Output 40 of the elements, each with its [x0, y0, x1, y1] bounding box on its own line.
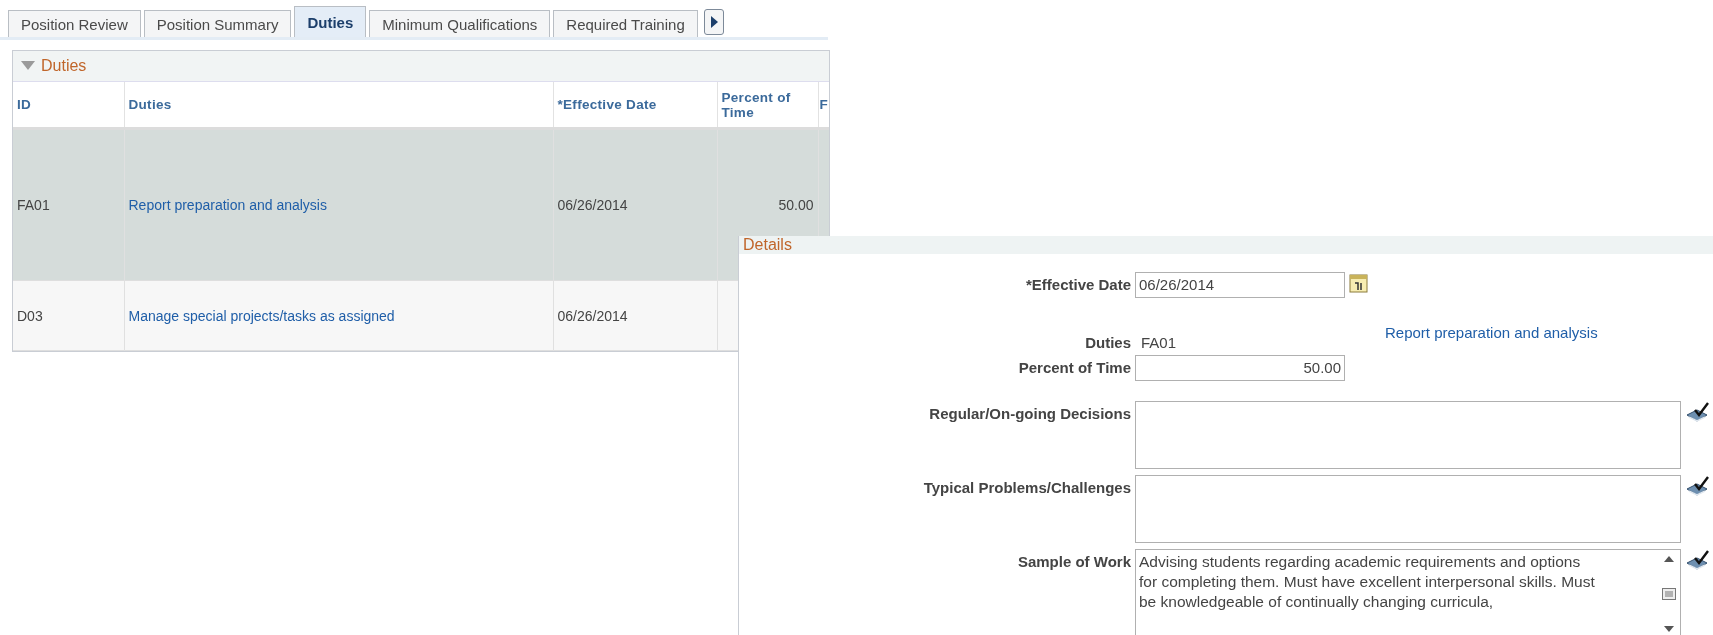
grid-title: Duties: [41, 57, 87, 75]
field-label: Sample of Work: [1016, 552, 1131, 570]
duty-link[interactable]: Report preparation and analysis: [1385, 324, 1598, 341]
tab[interactable]: Minimum Qualifications: [369, 10, 551, 37]
date-field[interactable]: 06/26/2014: [1135, 272, 1345, 298]
duty-code: FA01: [1140, 333, 1178, 351]
collapse-icon[interactable]: [21, 61, 35, 71]
spell-check-icon[interactable]: [1685, 401, 1711, 425]
column-header: *Effective Date: [553, 82, 717, 129]
field-label: Duties: [1084, 333, 1131, 351]
spell-check-icon[interactable]: [1685, 549, 1711, 573]
table-cell: 06/26/2014: [557, 197, 628, 213]
tab[interactable]: Duties: [294, 6, 367, 37]
spell-check-icon[interactable]: [1685, 475, 1711, 499]
table-cell: D03: [17, 307, 43, 324]
table-cell: FA01: [17, 197, 50, 213]
scroll-thumb-icon[interactable]: [1662, 588, 1676, 600]
table-cell: 50.00: [778, 197, 814, 213]
text-area[interactable]: Advising students regarding academic requirements and options for completing them. Must have excellent interpersonal skills. Must be knowledgeable of continually changing curricula,: [1135, 549, 1681, 635]
right-arrow-icon: [709, 16, 718, 28]
field-label: Regular/On-going Decisions: [928, 404, 1131, 422]
column-header: ID: [13, 82, 124, 129]
tab[interactable]: Position Review: [8, 10, 141, 37]
percent-field[interactable]: 50.00: [1135, 355, 1345, 381]
field-label: *Effective Date: [1024, 275, 1131, 293]
next-tab-button[interactable]: [703, 9, 724, 35]
column-header: Duties: [124, 82, 553, 129]
duty-link[interactable]: Report preparation and analysis: [128, 197, 327, 213]
calendar-icon[interactable]: [1349, 272, 1369, 294]
field-label: Typical Problems/Challenges: [922, 478, 1131, 496]
column-header: F: [818, 82, 829, 129]
tab[interactable]: Position Summary: [143, 10, 292, 37]
duty-link[interactable]: Manage special projects/tasks as assigned: [128, 307, 395, 324]
table-cell: 06/26/2014: [557, 307, 628, 324]
scroll-up-icon[interactable]: [1664, 556, 1674, 562]
scroll-down-icon[interactable]: [1664, 626, 1674, 632]
field-label: Percent of Time: [1017, 358, 1131, 376]
panel-title: Details: [743, 236, 792, 254]
tab[interactable]: Required Training: [553, 10, 698, 37]
column-header: Percent of Time: [717, 82, 818, 129]
